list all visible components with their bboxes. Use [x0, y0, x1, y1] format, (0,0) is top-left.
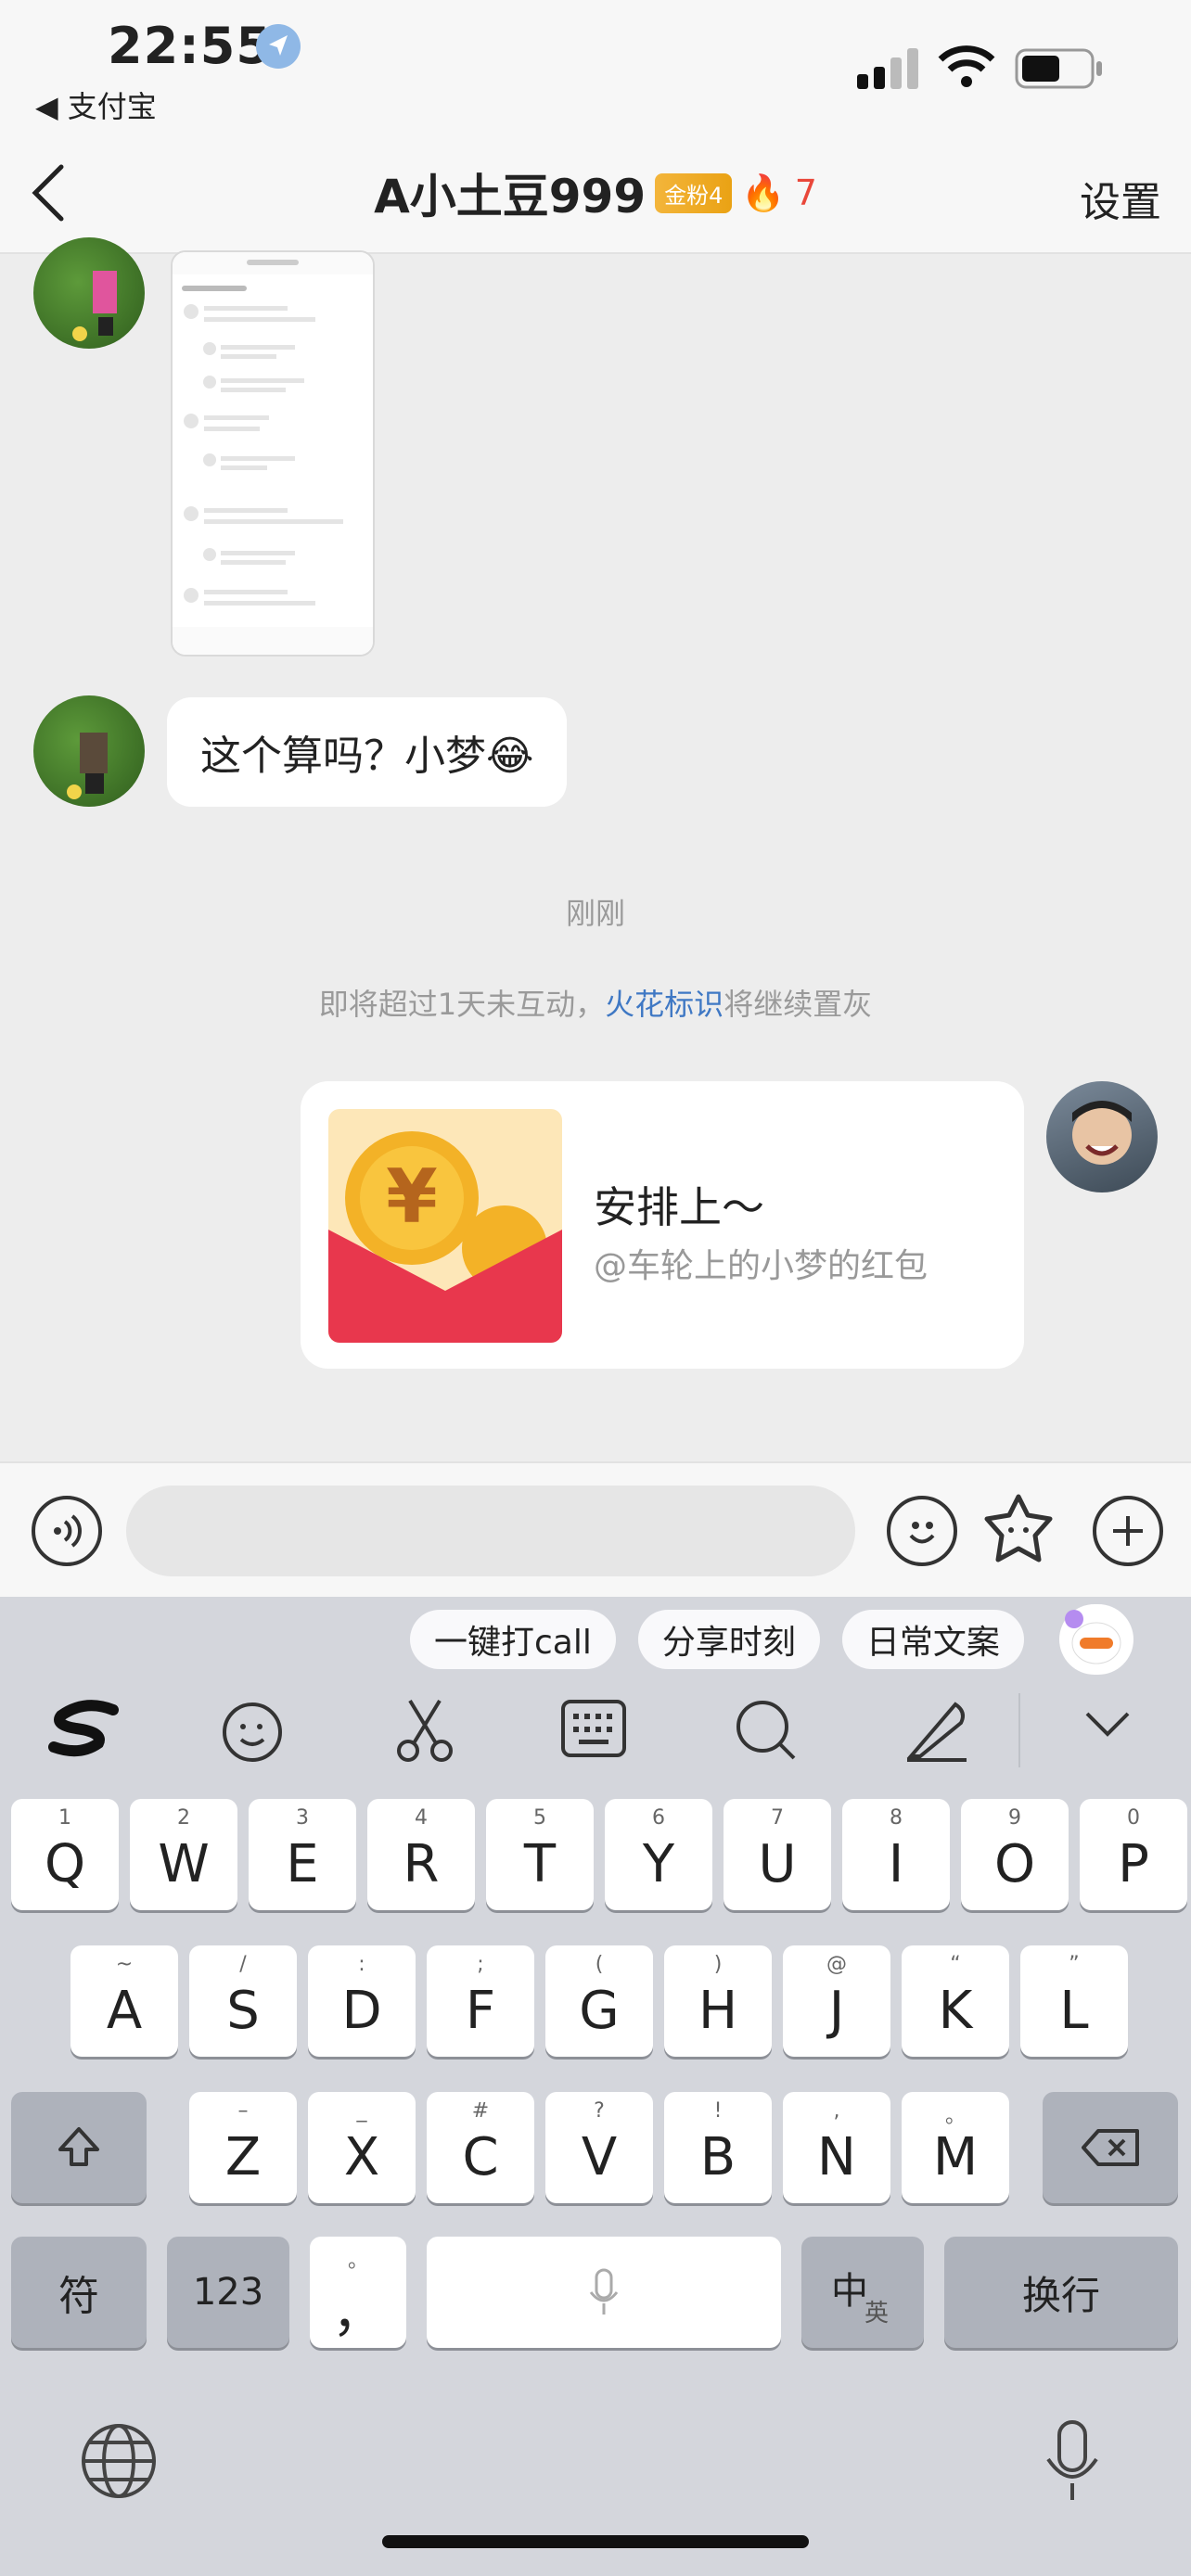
- language-switch-key[interactable]: 中 英: [801, 2237, 924, 2348]
- red-packet-message[interactable]: ¥ 安排上～ @车轮上的小梦的红包: [301, 1081, 1024, 1369]
- settings-button[interactable]: 设置: [1080, 169, 1161, 228]
- backspace-icon: [1082, 2129, 1139, 2166]
- sogou-logo-icon[interactable]: [48, 1695, 122, 1766]
- emoji-icon[interactable]: [887, 1496, 957, 1566]
- key-j[interactable]: @ J: [783, 1945, 890, 2057]
- suggestion-chips: 一键打call 分享时刻 日常文案: [410, 1610, 1024, 1669]
- contact-name: A小土豆999: [374, 170, 647, 223]
- battery-icon: [1015, 48, 1104, 93]
- shift-key[interactable]: [11, 2092, 147, 2203]
- status-time: 22:55: [108, 17, 272, 75]
- key-t[interactable]: 5T: [486, 1799, 594, 1910]
- add-icon[interactable]: [1093, 1496, 1163, 1566]
- message-input-bar: [0, 1461, 1191, 1599]
- key-l[interactable]: ” L: [1020, 1945, 1128, 2057]
- wifi-icon: [937, 43, 996, 93]
- shift-icon: [58, 2127, 99, 2166]
- key-h[interactable]: ) H: [664, 1945, 772, 2057]
- key-s[interactable]: / S: [189, 1945, 297, 2057]
- key-i[interactable]: 8I: [842, 1799, 950, 1910]
- globe-icon[interactable]: [80, 2422, 158, 2504]
- sticker-icon[interactable]: [983, 1493, 1054, 1567]
- key-e[interactable]: 3E: [249, 1799, 356, 1910]
- red-packet-title: 安排上～: [594, 1182, 764, 1232]
- key-n[interactable]: ,N: [783, 2092, 890, 2203]
- return-key[interactable]: 换行: [944, 2237, 1178, 2348]
- chip-call[interactable]: 一键打call: [410, 1610, 616, 1669]
- key-a[interactable]: ~ A: [70, 1945, 178, 2057]
- key-m[interactable]: 。 M: [902, 2092, 1009, 2203]
- key-f[interactable]: ; F: [427, 1945, 534, 2057]
- key-q[interactable]: 1Q: [11, 1799, 119, 1910]
- key-u[interactable]: 7U: [724, 1799, 831, 1910]
- svg-text:¥: ¥: [386, 1154, 438, 1240]
- message-bubble[interactable]: 这个算吗？小梦😂: [167, 697, 568, 807]
- punctuation-key[interactable]: 。 ，: [310, 2237, 406, 2348]
- message-time-label: 刚刚: [565, 896, 625, 931]
- delete-key[interactable]: [1043, 2092, 1178, 2203]
- voice-input-icon[interactable]: [32, 1496, 102, 1566]
- chevron-down-icon[interactable]: [1082, 1704, 1133, 1745]
- search-icon[interactable]: [731, 1695, 801, 1769]
- ai-assistant-icon[interactable]: [1059, 1604, 1133, 1675]
- chip-share[interactable]: 分享时刻: [637, 1610, 820, 1669]
- message-text-input[interactable]: [126, 1486, 855, 1576]
- fan-badge: 金粉4: [655, 172, 733, 213]
- key-k[interactable]: “K: [902, 1945, 1009, 2057]
- space-key[interactable]: [427, 2237, 781, 2348]
- back-to-app-link[interactable]: ◀ 支付宝: [35, 83, 157, 126]
- emoji-panel-icon[interactable]: [219, 1695, 289, 1769]
- cellular-signal-icon: [857, 48, 918, 93]
- contact-avatar[interactable]: [33, 237, 145, 349]
- red-packet-subtitle: @车轮上的小梦的红包: [594, 1247, 928, 1285]
- handwriting-icon[interactable]: [902, 1695, 972, 1769]
- red-packet-icon: ¥: [328, 1109, 562, 1343]
- key-v[interactable]: ? V: [545, 2092, 653, 2203]
- toolbar-divider: [1018, 1693, 1020, 1767]
- contact-avatar[interactable]: [33, 695, 145, 807]
- top-bar: 22:55 ◀ 支付宝 A小土豆999 金粉4 🔥 7 设置: [0, 0, 1191, 254]
- numbers-key[interactable]: 123: [167, 2237, 289, 2348]
- keyboard: 一键打call 分享时刻 日常文案 1Q2W3E4R5T6Y7U8I9O0P ~…: [0, 1597, 1191, 2576]
- key-c[interactable]: # C: [427, 2092, 534, 2203]
- my-avatar[interactable]: [1046, 1081, 1158, 1192]
- chat-title: A小土豆999 金粉4 🔥 7: [0, 159, 1191, 226]
- key-x[interactable]: _ X: [308, 2092, 416, 2203]
- key-d[interactable]: :D: [308, 1945, 416, 2057]
- key-p[interactable]: 0P: [1080, 1799, 1187, 1910]
- streak-notice: 即将超过1天未互动，火花标识将继续置灰: [318, 987, 873, 1022]
- microphone-icon: [589, 2268, 619, 2315]
- key-o[interactable]: 9O: [961, 1799, 1069, 1910]
- key-b[interactable]: ! B: [664, 2092, 772, 2203]
- key-w[interactable]: 2W: [130, 1799, 237, 1910]
- spark-badge-link[interactable]: 火花标识: [605, 987, 724, 1022]
- key-r[interactable]: 4R: [367, 1799, 475, 1910]
- location-icon: [256, 24, 301, 69]
- shared-screenshot-image[interactable]: [171, 250, 375, 657]
- chip-daily[interactable]: 日常文案: [841, 1610, 1024, 1669]
- streak-count: 7: [794, 172, 817, 213]
- home-indicator: [382, 2535, 809, 2548]
- symbols-key[interactable]: 符: [11, 2237, 147, 2348]
- key-y[interactable]: 6Y: [605, 1799, 712, 1910]
- key-g[interactable]: (G: [545, 1945, 653, 2057]
- scissors-icon[interactable]: [390, 1695, 460, 1769]
- key-z[interactable]: – Z: [189, 2092, 297, 2203]
- dictation-mic-icon[interactable]: [1043, 2418, 1102, 2507]
- streak-flame-icon: 🔥: [741, 172, 786, 213]
- keyboard-icon[interactable]: [560, 1699, 627, 1762]
